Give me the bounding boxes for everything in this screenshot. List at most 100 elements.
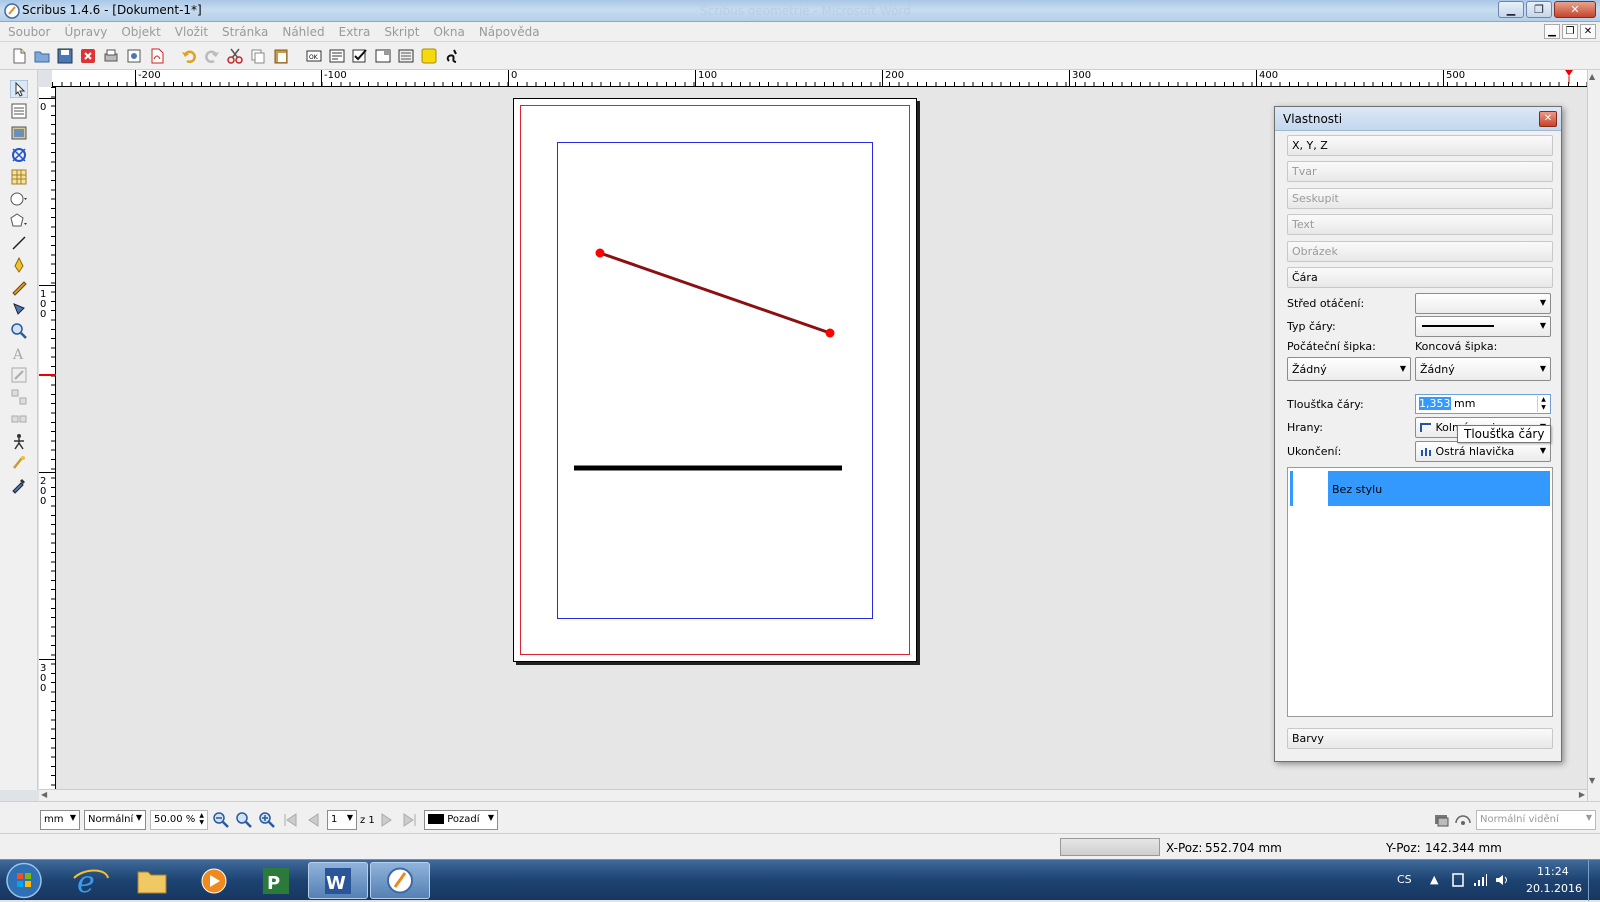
horizontal-scrollbar[interactable]: ◀ ▶ <box>39 789 1587 801</box>
measure-tool-icon[interactable] <box>10 432 28 450</box>
polygon-tool-icon[interactable] <box>10 212 28 230</box>
bezier-tool-icon[interactable] <box>10 256 28 274</box>
cut-icon[interactable] <box>226 47 244 65</box>
visual-appearance-icon[interactable] <box>1454 811 1472 829</box>
scroll-right-icon[interactable]: ▶ <box>1579 790 1585 799</box>
text-frame-tool-icon[interactable] <box>10 102 28 120</box>
section-group[interactable]: Seskupit <box>1287 188 1553 209</box>
copy-icon[interactable] <box>249 47 267 65</box>
save-icon[interactable] <box>56 47 74 65</box>
first-page-icon[interactable] <box>281 811 299 829</box>
line-width-input[interactable]: 1,353 mm ▲ ▼ <box>1415 394 1551 414</box>
copy-properties-tool-icon[interactable] <box>10 454 28 472</box>
unit-combo[interactable]: mm ▼ <box>40 810 80 830</box>
table-tool-icon[interactable] <box>10 168 28 186</box>
taskbar-project[interactable]: P <box>246 862 306 899</box>
list-box-icon[interactable] <box>328 47 346 65</box>
combo-box-icon[interactable] <box>374 47 392 65</box>
section-shape[interactable]: Tvar <box>1287 161 1553 182</box>
doc-restore-button[interactable]: ❐ <box>1562 24 1578 39</box>
menu-extra[interactable]: Extra <box>339 25 371 39</box>
menu-objekt[interactable]: Objekt <box>121 25 160 39</box>
taskbar-ie[interactable]: e <box>60 862 120 900</box>
layer-combo[interactable]: Pozadí ▼ <box>424 810 498 830</box>
link-annotation-icon[interactable] <box>443 47 461 65</box>
checkbox-icon[interactable] <box>351 47 369 65</box>
keyboard-language[interactable]: CS <box>1397 873 1412 886</box>
zoom-out-icon[interactable] <box>212 811 230 829</box>
start-arrow-combo[interactable]: Žádný ▼ <box>1287 357 1411 381</box>
print-icon[interactable] <box>102 47 120 65</box>
freehand-tool-icon[interactable] <box>10 278 28 296</box>
rotation-center-combo[interactable]: ▼ <box>1415 293 1551 314</box>
section-line[interactable]: Čára <box>1287 267 1553 288</box>
doc-close-button[interactable]: ✕ <box>1580 24 1596 39</box>
unlink-frames-tool-icon[interactable] <box>10 410 28 428</box>
close-doc-icon[interactable] <box>79 47 97 65</box>
text-frame-icon[interactable]: OK <box>305 47 323 65</box>
eyedropper-tool-icon[interactable] <box>10 476 28 494</box>
line-style-list[interactable]: Bez stylu <box>1287 467 1553 717</box>
last-page-icon[interactable] <box>401 811 419 829</box>
panel-close-button[interactable]: ✕ <box>1539 111 1557 127</box>
open-folder-icon[interactable] <box>33 47 51 65</box>
mode-combo[interactable]: Normální ▼ <box>84 810 146 830</box>
redo-icon[interactable] <box>203 47 221 65</box>
clock-time[interactable]: 11:24 <box>1537 865 1569 878</box>
new-document-icon[interactable] <box>10 47 28 65</box>
scroll-left-icon[interactable]: ◀ <box>41 790 47 799</box>
undo-icon[interactable] <box>180 47 198 65</box>
menu-okna[interactable]: Okna <box>433 25 464 39</box>
menu-skript[interactable]: Skript <box>384 25 419 39</box>
vertical-scrollbar[interactable]: ▲ ▼ <box>1587 70 1600 801</box>
selected-line[interactable] <box>599 251 831 335</box>
spin-arrows-icon[interactable]: ▲ ▼ <box>1537 396 1549 412</box>
close-button[interactable]: ✕ <box>1554 1 1596 18</box>
clock-date[interactable]: 20.1.2016 <box>1526 882 1582 895</box>
menu-soubor[interactable]: Soubor <box>8 25 50 39</box>
preview-toggle-icon[interactable] <box>1433 811 1451 829</box>
paste-icon[interactable] <box>272 47 290 65</box>
doc-minimize-button[interactable]: ▁ <box>1544 24 1560 39</box>
show-desktop-button[interactable] <box>1588 860 1600 901</box>
section-image[interactable]: Obrázek <box>1287 241 1553 262</box>
tray-expand-icon[interactable]: ▲ <box>1430 873 1438 886</box>
menu-stranka[interactable]: Stránka <box>222 25 268 39</box>
image-frame-tool-icon[interactable] <box>10 124 28 142</box>
annotation-icon[interactable] <box>420 47 438 65</box>
rotate-tool-icon[interactable] <box>10 300 28 318</box>
document-page[interactable] <box>513 98 917 662</box>
network-icon[interactable] <box>1472 872 1488 888</box>
view-mode-combo[interactable]: Normální vidění ▼ <box>1476 810 1596 830</box>
menu-napoveda[interactable]: Nápověda <box>479 25 540 39</box>
line-start-handle[interactable] <box>595 248 605 258</box>
minimize-button[interactable]: ▁ <box>1498 1 1524 18</box>
menu-upravy[interactable]: Úpravy <box>64 25 107 39</box>
caps-combo[interactable]: Ostrá hlavička ▼ <box>1415 441 1551 462</box>
scroll-down-icon[interactable]: ▼ <box>1589 776 1595 785</box>
action-center-icon[interactable] <box>1450 872 1466 888</box>
panel-title-bar[interactable]: Vlastnosti ✕ <box>1275 107 1561 131</box>
pdf-export-icon[interactable] <box>148 47 166 65</box>
zoom-input[interactable]: 50.00 % ▲ ▼ <box>150 810 208 830</box>
menu-nahled[interactable]: Náhled <box>282 25 324 39</box>
document-canvas[interactable]: Vlastnosti ✕ X, Y, Z Tvar Seskupit Text … <box>57 87 1587 789</box>
section-text[interactable]: Text <box>1287 214 1553 235</box>
start-button-icon[interactable] <box>4 861 44 900</box>
link-frames-tool-icon[interactable] <box>10 388 28 406</box>
scroll-up-icon[interactable]: ▲ <box>1589 72 1595 81</box>
zoom-actual-icon[interactable] <box>235 811 253 829</box>
line-tool-icon[interactable] <box>10 234 28 252</box>
zoom-in-icon[interactable] <box>258 811 276 829</box>
edit-text-tool-icon[interactable]: A <box>10 344 28 362</box>
end-arrow-combo[interactable]: Žádný ▼ <box>1415 357 1551 381</box>
taskbar-scribus[interactable] <box>370 862 430 899</box>
taskbar-word[interactable]: W <box>308 862 368 899</box>
taskbar-media-player[interactable] <box>184 862 244 899</box>
page-number-combo[interactable]: 1 ▼ <box>327 810 357 830</box>
select-tool-icon[interactable] <box>10 80 28 98</box>
taskbar-explorer[interactable] <box>122 862 182 899</box>
render-frame-tool-icon[interactable] <box>10 146 28 164</box>
line-type-combo[interactable]: ▼ <box>1415 316 1551 337</box>
shape-tool-icon[interactable] <box>10 190 28 208</box>
